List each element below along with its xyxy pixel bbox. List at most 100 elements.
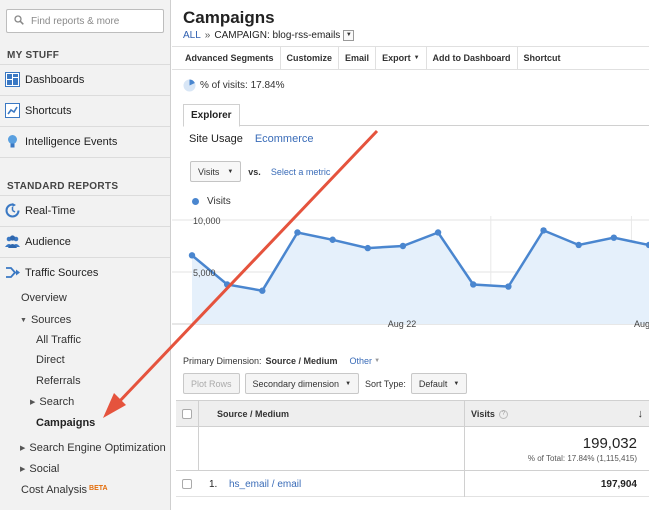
sidebar-item-sources[interactable]: ▼ Sources <box>20 314 71 326</box>
triangle-right-icon: ▶ <box>20 445 26 452</box>
button-label: Email <box>345 53 370 63</box>
add-to-dashboard-button[interactable]: Add to Dashboard <box>427 47 518 69</box>
sidebar-item-label: Search Engine Optimization <box>29 442 166 454</box>
button-label: Customize <box>286 53 333 63</box>
sidebar-item-label: Intelligence Events <box>25 135 118 148</box>
audience-icon <box>5 235 20 248</box>
sidebar-item-social[interactable]: ▶ Social <box>20 463 59 475</box>
chart-point[interactable] <box>294 229 301 236</box>
tab-explorer[interactable]: Explorer <box>183 104 240 127</box>
chart-point[interactable] <box>188 252 196 259</box>
y-tick-label: 5,000 <box>193 268 216 278</box>
button-label: Export <box>382 53 411 63</box>
secondary-dimension-select[interactable]: Secondary dimension ▼ <box>244 373 360 394</box>
chart-point[interactable] <box>540 227 547 234</box>
sidebar-item-search[interactable]: ▶ Search <box>30 396 74 408</box>
primary-dimension-source-medium[interactable]: Source / Medium <box>266 356 338 366</box>
sidebar-item-label: Cost Analysis <box>21 484 88 496</box>
export-button[interactable]: Export ▼ <box>376 47 427 69</box>
sidebar-item-direct[interactable]: Direct <box>36 354 65 366</box>
sidebar-item-label: Audience <box>25 235 71 248</box>
chart-point[interactable] <box>470 281 477 288</box>
traffic-sources-icon <box>6 267 20 278</box>
chart-point[interactable] <box>575 241 582 249</box>
chart-point[interactable] <box>364 244 371 252</box>
help-icon[interactable]: ? <box>498 409 508 419</box>
triangle-right-icon: ▶ <box>30 399 36 406</box>
select-metric-link[interactable]: Select a metric <box>271 167 331 177</box>
subtab-site-usage[interactable]: Site Usage <box>189 133 243 145</box>
sort-type-select[interactable]: Default ▼ <box>410 373 468 394</box>
search-input[interactable] <box>31 13 159 29</box>
chart-point[interactable] <box>223 281 231 288</box>
row-source-link[interactable]: hs_email / email <box>229 471 301 497</box>
triangle-down-icon: ▼ <box>20 317 27 324</box>
my-stuff-heading: MY STUFF <box>7 50 60 61</box>
shortcut-button[interactable]: Shortcut <box>518 47 567 69</box>
button-label: Advanced Segments <box>185 53 274 63</box>
sidebar-item-all-traffic[interactable]: All Traffic <box>36 334 81 346</box>
segment-text: % of visits: 17.84% <box>200 80 285 91</box>
data-table: Source / Medium Visits ? ↓ 199,032 % of … <box>176 400 649 510</box>
button-label: Add to Dashboard <box>432 53 511 63</box>
primary-dimension-other[interactable]: Other <box>350 356 373 366</box>
sidebar-item-seo[interactable]: ▶ Search Engine Optimization <box>20 442 166 454</box>
chart-point[interactable] <box>434 229 442 236</box>
breadcrumb-campaign: CAMPAIGN: blog-rss-emails <box>214 30 341 41</box>
select-all-checkbox[interactable] <box>182 409 192 419</box>
visits-total-cell: 199,032 % of Total: 17.84% (1,115,415) <box>464 427 649 471</box>
metric-select-value: Visits <box>198 166 220 177</box>
metric-select[interactable]: Visits ▼ <box>190 161 242 182</box>
row-visits: 197,904 <box>464 471 649 497</box>
search-box[interactable] <box>6 9 164 33</box>
sort-descending-icon[interactable]: ↓ <box>638 408 644 420</box>
visits-total: 199,032 <box>582 435 637 452</box>
sidebar-item-dashboards[interactable]: Dashboards <box>0 64 170 94</box>
sidebar-item-label: Search <box>39 396 75 408</box>
dashboard-icon <box>5 72 20 87</box>
breadcrumb-all-link[interactable]: ALL <box>183 30 201 41</box>
pie-icon <box>183 79 196 92</box>
sidebar-item-campaigns[interactable]: Campaigns <box>36 417 95 429</box>
sidebar-item-intelligence-events[interactable]: Intelligence Events <box>0 126 170 156</box>
sidebar-item-audience[interactable]: Audience <box>0 226 170 256</box>
sidebar-item-traffic-sources[interactable]: Traffic Sources <box>0 257 170 287</box>
legend-dot <box>192 198 199 205</box>
row-checkbox-cell <box>176 471 198 497</box>
x-tick-label: Aug 22 <box>388 319 417 329</box>
advanced-segments-button[interactable]: Advanced Segments <box>179 47 281 69</box>
chart-point[interactable] <box>259 287 266 294</box>
lightbulb-icon <box>8 135 17 148</box>
sidebar-item-real-time[interactable]: Real-Time <box>0 195 170 225</box>
breadcrumb-dropdown-icon[interactable]: ▼ <box>343 30 355 41</box>
sidebar-item-shortcuts[interactable]: Shortcuts <box>0 95 170 125</box>
explorer-tab-bar: Explorer <box>183 104 649 127</box>
chart-point[interactable] <box>505 283 512 290</box>
caret-down-icon: ▼ <box>374 358 381 364</box>
sidebar-item-overview[interactable]: Overview <box>21 292 67 304</box>
sort-type-label: Sort Type: <box>365 378 406 389</box>
caret-down-icon: ▼ <box>345 380 352 387</box>
caret-down-icon: ▼ <box>413 55 420 61</box>
chart-point[interactable] <box>610 234 618 241</box>
email-button[interactable]: Email <box>339 47 377 69</box>
chart-point[interactable] <box>399 242 407 250</box>
row-checkbox[interactable] <box>182 479 192 489</box>
plot-rows-button[interactable]: Plot Rows <box>183 373 240 394</box>
metric-selector-row: Visits ▼ vs. Select a metric <box>190 161 330 182</box>
subtab-ecommerce[interactable]: Ecommerce <box>255 133 314 145</box>
column-header-visits[interactable]: Visits ? ↓ <box>464 401 649 427</box>
sidebar-item-referrals[interactable]: Referrals <box>36 375 81 387</box>
column-header-source-medium[interactable]: Source / Medium <box>198 401 464 427</box>
sidebar-item-cost-analysis[interactable]: Cost Analysis BETA <box>21 484 108 496</box>
customize-button[interactable]: Customize <box>281 47 340 69</box>
page-title: Campaigns <box>183 8 275 27</box>
table-summary-row: 199,032 % of Total: 17.84% (1,115,415) <box>176 427 649 471</box>
realtime-icon <box>5 203 20 218</box>
sidebar-item-label: Shortcuts <box>25 104 72 117</box>
column-divider <box>198 427 199 471</box>
table-header: Source / Medium Visits ? ↓ <box>176 401 649 427</box>
sidebar-item-label: Social <box>29 463 60 475</box>
chart-point[interactable] <box>329 236 336 243</box>
y-tick-label: 10,000 <box>193 216 221 226</box>
